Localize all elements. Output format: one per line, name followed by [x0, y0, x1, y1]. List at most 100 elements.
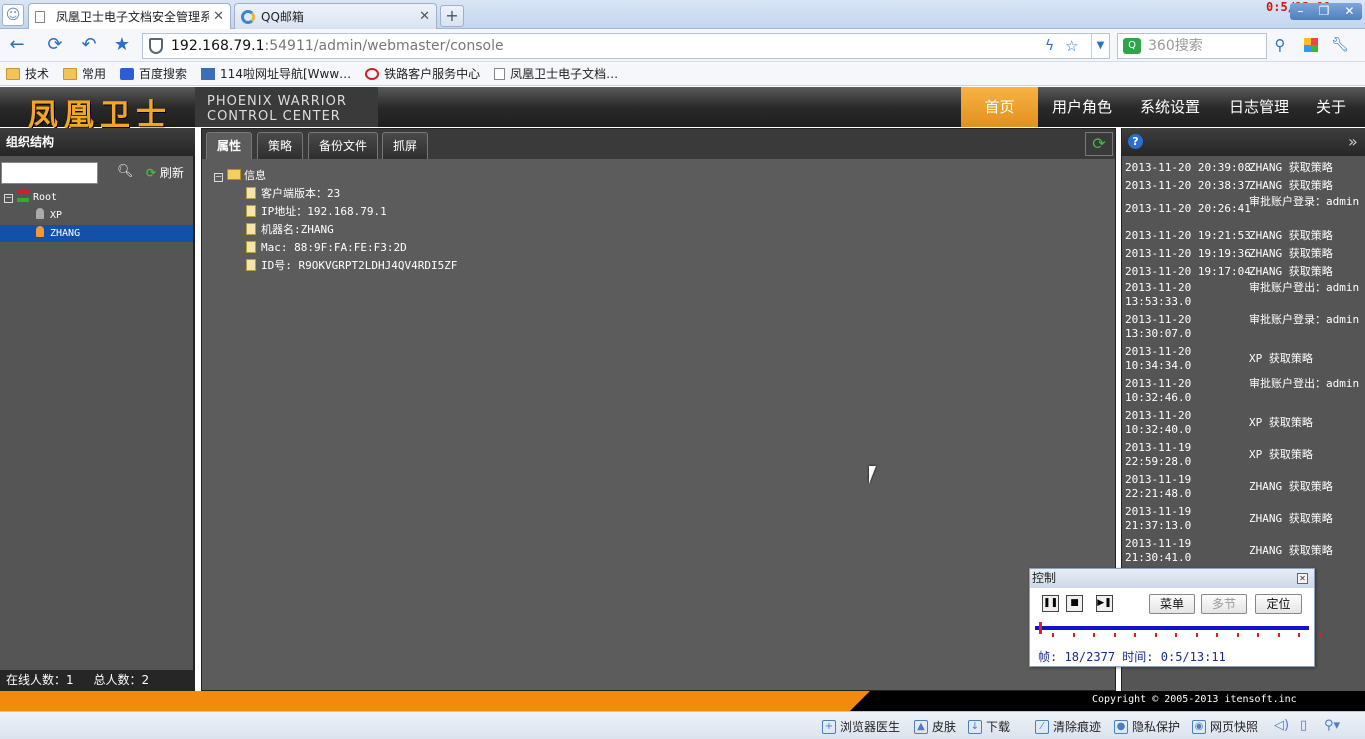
railway-logo-icon — [365, 67, 380, 80]
log-row: 2013-11-20 13:30:07.0 审批账户登录：admin — [1125, 313, 1363, 345]
timeline-tick — [1257, 633, 1259, 637]
playback-timeline[interactable] — [1035, 626, 1309, 630]
timeline-tick — [1134, 633, 1136, 637]
timeline-position-handle[interactable] — [1039, 622, 1043, 634]
tree-node-xp[interactable]: XP — [0, 207, 193, 224]
timeline-tick — [1052, 633, 1054, 637]
snapshot-button[interactable]: ◉ 网页快照 — [1192, 718, 1258, 735]
bookmark-phoenix[interactable]: 凤凰卫士电子文档… — [494, 65, 618, 82]
user-avatar-icon[interactable]: ☺ — [2, 4, 24, 26]
bookmark-12306[interactable]: 铁路客户服务中心 — [365, 65, 480, 82]
folder-icon — [63, 67, 78, 80]
tab-backup-files[interactable]: 备份文件 — [308, 132, 379, 159]
log-row: 2013-11-20 20:38:37 ZHANG 获取策略 — [1125, 177, 1363, 195]
bookmark-baidu[interactable]: 百度搜索 — [120, 65, 187, 82]
undo-icon[interactable]: ↶ — [79, 35, 99, 55]
refresh-button[interactable]: ⟳ 刷新 — [146, 164, 184, 181]
info-tree-root[interactable]: – 信息 — [214, 167, 266, 185]
search-icon[interactable]: 🔍︎ — [117, 164, 134, 179]
log-message: XP 获取策略 — [1249, 416, 1313, 429]
tree-node-zhang[interactable]: ZHANG — [0, 225, 193, 242]
url-dropdown-icon[interactable]: ▼ — [1091, 34, 1109, 58]
collapse-icon[interactable]: – — [4, 194, 13, 203]
zoom-icon[interactable]: ⚲▾ — [1324, 718, 1340, 733]
pause-icon[interactable]: ❚❚ — [1042, 595, 1059, 612]
volume-icon[interactable]: ◁) — [1274, 718, 1289, 733]
collapse-icon[interactable]: – — [214, 173, 223, 182]
step-forward-icon[interactable]: ▶❚ — [1096, 595, 1113, 612]
info-machine-name: 机器名:ZHANG — [246, 221, 334, 239]
privacy-button[interactable]: ● 隐私保护 — [1114, 718, 1180, 735]
bookmark-folder-tech[interactable]: 技术 — [6, 65, 49, 82]
refresh-icon[interactable]: ⟳ — [45, 35, 65, 55]
bookmark-star-icon[interactable]: ☆ — [1065, 34, 1078, 58]
folder-icon — [6, 67, 20, 80]
clear-traces-button[interactable]: ⁄ 清除痕迹 — [1035, 718, 1101, 735]
nav-about[interactable]: 关于 — [1306, 87, 1356, 127]
search-icon[interactable]: ⚲ — [1270, 35, 1290, 55]
back-icon[interactable]: ← — [7, 35, 27, 55]
search-input[interactable]: Q 360搜索 — [1117, 33, 1267, 59]
log-row: 2013-11-19 21:30:41.0 ZHANG 获取策略 — [1125, 537, 1363, 569]
log-time: 2013-11-19 21:37:13.0 — [1125, 505, 1192, 532]
tab-policy[interactable]: 策略 — [257, 132, 304, 159]
site-logo-icon — [201, 67, 216, 80]
locate-button[interactable]: 定位 — [1255, 594, 1302, 614]
search-engine-icon[interactable]: Q — [1123, 38, 1141, 54]
log-message: XP 获取策略 — [1249, 352, 1313, 365]
browser-doctor-button[interactable]: + 浏览器医生 — [822, 718, 900, 735]
close-window-icon[interactable]: ✕ — [1344, 3, 1354, 20]
skin-icon: ▲ — [914, 719, 928, 734]
url-input[interactable]: 192.168.79.1:54911/admin/webmaster/conso… — [142, 33, 1110, 59]
tab-screenshot[interactable]: 抓屏 — [382, 132, 429, 159]
download-button[interactable]: ↓ 下载 — [968, 718, 1010, 735]
minimize-icon[interactable]: – — [1298, 3, 1304, 20]
bookmark-panel-icon[interactable]: ▯ — [1300, 718, 1307, 733]
window-controls: – ❐ ✕ — [1290, 3, 1362, 20]
org-search-input[interactable] — [1, 162, 98, 184]
nav-system-settings[interactable]: 系统设置 — [1128, 87, 1212, 127]
log-row: 2013-11-20 10:32:46.0 审批账户登出：admin — [1125, 377, 1363, 409]
browser-tab-qqmail[interactable]: QQ邮箱 ✕ — [234, 3, 437, 29]
log-message: ZHANG 获取策略 — [1249, 229, 1333, 242]
browser-tab-active[interactable]: 凤凰卫士电子文档安全管理系统 ✕ — [28, 3, 231, 29]
favorite-star-icon[interactable]: ★ — [112, 35, 132, 55]
timeline-tick — [1216, 633, 1218, 637]
log-message: ZHANG 获取策略 — [1249, 161, 1333, 174]
restore-icon[interactable]: ❐ — [1319, 3, 1330, 20]
stop-icon[interactable]: ■ — [1066, 595, 1083, 612]
collapse-panel-icon[interactable]: » — [1348, 132, 1358, 151]
log-message: XP 获取策略 — [1249, 448, 1313, 461]
nav-log-management[interactable]: 日志管理 — [1217, 87, 1301, 127]
refresh-icon[interactable]: ⟳ — [1085, 132, 1113, 156]
help-icon[interactable]: ? — [1128, 134, 1143, 149]
tab-properties[interactable]: 属性 — [206, 132, 253, 159]
log-row: 2013-11-20 19:19:36 ZHANG 获取策略 — [1125, 245, 1363, 263]
nav-home[interactable]: 首页 — [961, 87, 1038, 127]
menu-button[interactable]: 菜单 — [1149, 594, 1195, 614]
bookmark-114la[interactable]: 114啦网址导航[Www… — [201, 65, 351, 82]
tools-wrench-icon[interactable]: 🔧︎ — [1330, 35, 1350, 55]
tree-node-root[interactable]: – Root — [0, 189, 193, 206]
skin-button[interactable]: ▲ 皮肤 — [914, 718, 956, 735]
log-time: 2013-11-20 10:34:34.0 — [1125, 345, 1192, 372]
folder-open-icon — [227, 169, 241, 180]
tab-close-icon[interactable]: ✕ — [419, 9, 430, 24]
log-message: ZHANG 获取策略 — [1249, 179, 1333, 192]
doctor-icon: + — [822, 719, 836, 734]
info-client-version: 客户端版本：23 — [246, 185, 340, 203]
log-time: 2013-11-20 13:30:07.0 — [1125, 313, 1192, 340]
nav-user-roles[interactable]: 用户角色 — [1040, 87, 1124, 127]
close-icon[interactable]: ✕ — [1297, 573, 1308, 584]
speed-mode-icon[interactable]: ϟ — [1045, 34, 1054, 58]
log-message: 审批账户登录：admin — [1249, 195, 1360, 208]
timeline-tick — [1318, 633, 1321, 637]
new-tab-button[interactable]: + — [440, 5, 464, 27]
tab-close-icon[interactable]: ✕ — [213, 9, 224, 24]
detail-tabs: 属性 策略 备份文件 抓屏 ⟳ — [202, 129, 1115, 159]
search-placeholder: 360搜索 — [1148, 38, 1203, 54]
apps-grid-icon[interactable] — [1304, 38, 1318, 52]
log-row: 2013-11-20 10:32:40.0 XP 获取策略 — [1125, 409, 1363, 441]
bookmark-folder-common[interactable]: 常用 — [63, 65, 106, 82]
log-row: 2013-11-20 10:34:34.0 XP 获取策略 — [1125, 345, 1363, 377]
